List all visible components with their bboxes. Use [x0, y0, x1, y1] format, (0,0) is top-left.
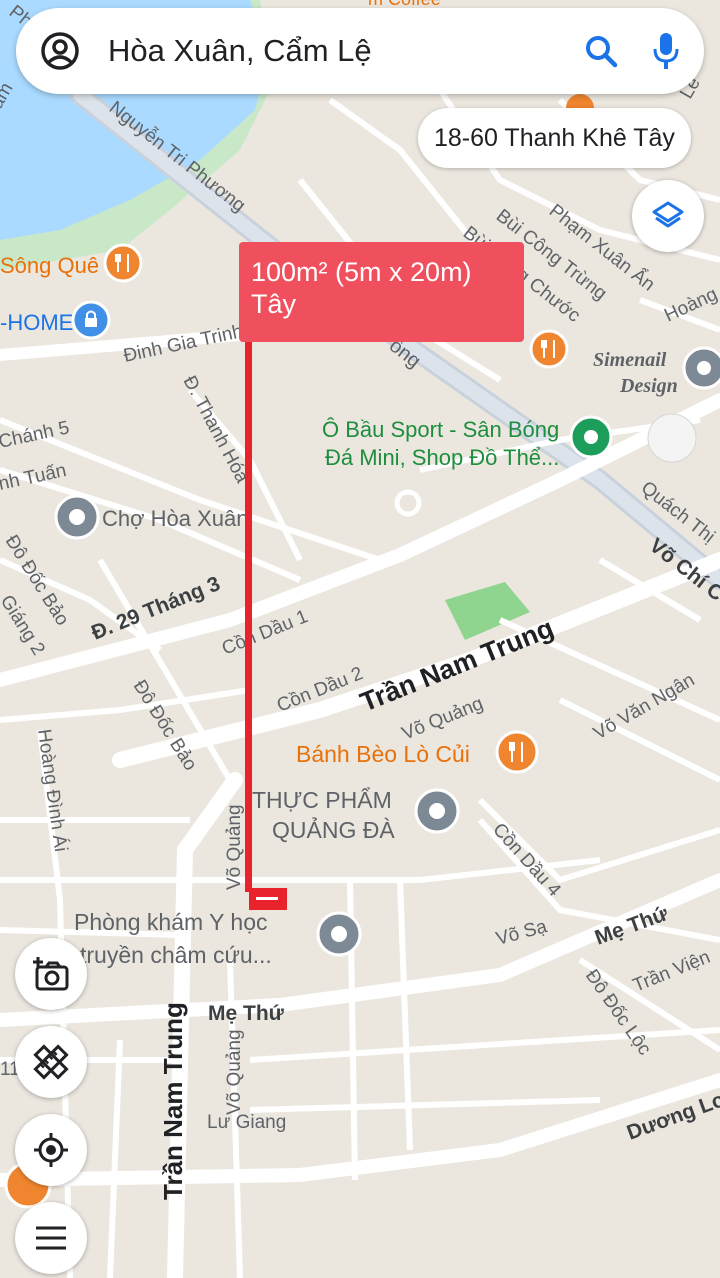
- address-chip[interactable]: 18-60 Thanh Khê Tây: [418, 108, 691, 168]
- street-vo-quang-3: Võ Quảng: [224, 1029, 245, 1115]
- gray-place-pin-icon[interactable]: [414, 788, 460, 834]
- gray-place-pin-icon[interactable]: [316, 911, 362, 957]
- place-home: -HOME: [0, 310, 73, 335]
- food-pin-icon[interactable]: [495, 730, 539, 774]
- measure-tool-button[interactable]: [15, 1026, 87, 1098]
- place-thuc-pham-1: THỰC PHẨM: [252, 786, 392, 813]
- my-location-icon: [31, 1130, 71, 1170]
- gray-place-pin-icon[interactable]: [682, 346, 720, 390]
- street-me-thu-2: Mẹ Thứ: [208, 1002, 285, 1025]
- place-phong-kham-1: Phòng khám Y học: [74, 909, 268, 935]
- camera-plus-icon: [31, 955, 71, 993]
- measure-line[interactable]: [245, 320, 252, 892]
- gray-place-pin-icon[interactable]: [54, 494, 100, 540]
- place-bau-sport-2: Đá Mini, Shop Đồ Thể...: [325, 445, 559, 470]
- place-simenail-2: Design: [619, 375, 678, 397]
- measurement-line1: 100m² (5m x 20m): [251, 257, 472, 287]
- ruler-cross-icon: [33, 1044, 69, 1080]
- account-icon[interactable]: [40, 31, 80, 71]
- layers-icon: [651, 199, 685, 233]
- map-canvas[interactable]: Nguyễn Tri Phương Đinh Gia Trinh Bùi Côn…: [0, 0, 720, 1278]
- map-handle[interactable]: [647, 413, 697, 463]
- place-bau-sport-1: Ô Bầu Sport - Sân Bóng: [322, 417, 559, 442]
- search-input[interactable]: Hòa Xuân, Cẩm Lệ: [108, 33, 584, 69]
- my-location-button[interactable]: [15, 1114, 87, 1186]
- measure-endpoint-mark: [256, 897, 278, 900]
- microphone-icon[interactable]: [652, 32, 680, 70]
- add-photo-button[interactable]: [15, 938, 87, 1010]
- menu-icon: [35, 1225, 67, 1251]
- place-thuc-pham-2: QUẢNG ĐÀ: [272, 815, 395, 843]
- search-bar[interactable]: Hòa Xuân, Cẩm Lệ: [16, 8, 704, 94]
- place-cho-hoa-xuan: Chợ Hòa Xuân: [102, 506, 249, 531]
- green-place-pin-icon[interactable]: [569, 415, 613, 459]
- place-banh-beo: Bánh Bèo Lò Củi: [296, 741, 470, 767]
- street-tran-nam-trung-2: Trần Nam Trung: [158, 1002, 188, 1200]
- street-lu-giang: Lư Giang: [207, 1112, 286, 1133]
- place-phong-kham-2: truyền châm cứu...: [80, 942, 272, 968]
- search-icon[interactable]: [584, 34, 618, 68]
- shop-pin-icon[interactable]: [71, 300, 111, 340]
- food-pin-icon[interactable]: [529, 329, 569, 369]
- food-pin-icon[interactable]: [103, 243, 143, 283]
- measurement-line2: Tây: [251, 289, 297, 319]
- measurement-label: 100m² (5m x 20m) Tây: [239, 242, 524, 342]
- menu-button[interactable]: [15, 1202, 87, 1274]
- place-song-que: Sông Quê: [0, 253, 99, 278]
- street-vo-quang-2: Võ Quảng: [224, 804, 245, 890]
- place-simenail-1: Simenail: [593, 349, 667, 371]
- layers-button[interactable]: [632, 180, 704, 252]
